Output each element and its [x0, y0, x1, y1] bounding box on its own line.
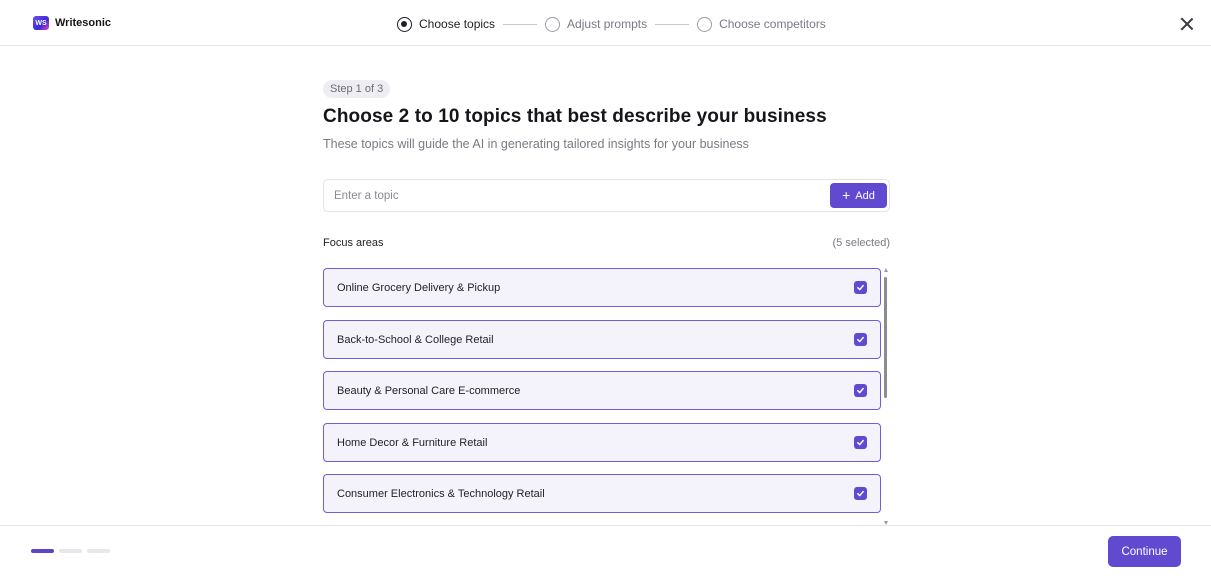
topic-input[interactable] — [324, 180, 824, 211]
scroll-up-arrow-icon[interactable] — [884, 268, 888, 272]
step-adjust-prompts: Adjust prompts — [545, 16, 648, 32]
progress-segment — [87, 549, 110, 553]
topic-item[interactable]: Home Decor & Furniture Retail — [323, 423, 881, 462]
focus-areas-list: Online Grocery Delivery & Pickup Back-to… — [323, 268, 890, 525]
topic-item-label: Online Grocery Delivery & Pickup — [337, 282, 501, 294]
footer: Continue — [0, 525, 1211, 584]
page-subtitle: These topics will guide the AI in genera… — [323, 137, 749, 151]
step-badge: Step 1 of 3 — [323, 80, 391, 98]
step-label: Choose competitors — [719, 17, 826, 31]
continue-button[interactable]: Continue — [1108, 536, 1181, 567]
stepper: Choose topics Adjust prompts Choose comp… — [397, 15, 826, 33]
checked-checkbox-icon[interactable] — [854, 436, 867, 449]
step-connector — [503, 23, 538, 25]
step-pending-icon — [545, 16, 561, 32]
add-topic-button[interactable]: + Add — [830, 183, 887, 208]
scrollbar[interactable] — [882, 268, 889, 525]
writesonic-logo-icon: WS — [33, 16, 49, 30]
topic-item-label: Beauty & Personal Care E-commerce — [337, 385, 521, 397]
checked-checkbox-icon[interactable] — [854, 384, 867, 397]
step-active-icon — [397, 16, 412, 32]
close-icon[interactable] — [1180, 17, 1194, 31]
topic-item-label: Home Decor & Furniture Retail — [337, 437, 488, 449]
topic-item[interactable]: Beauty & Personal Care E-commerce — [323, 371, 881, 410]
progress-segment — [59, 549, 82, 553]
topic-item-label: Back-to-School & College Retail — [337, 334, 494, 346]
progress-segment — [31, 549, 54, 553]
brand[interactable]: WS Writesonic — [33, 16, 111, 30]
brand-name: Writesonic — [55, 17, 112, 29]
scrollbar-thumb[interactable] — [884, 277, 887, 398]
top-bar: WS Writesonic Choose topics Adjust promp… — [0, 0, 1211, 46]
topic-item-label: Consumer Electronics & Technology Retail — [337, 488, 545, 500]
page-title: Choose 2 to 10 topics that best describe… — [323, 106, 827, 127]
step-choose-competitors: Choose competitors — [697, 16, 826, 32]
checked-checkbox-icon[interactable] — [854, 333, 867, 346]
topic-item[interactable]: Online Grocery Delivery & Pickup — [323, 268, 881, 307]
main-content: Step 1 of 3 Choose 2 to 10 topics that b… — [323, 79, 890, 249]
checked-checkbox-icon[interactable] — [854, 487, 867, 500]
step-label: Choose topics — [419, 17, 496, 31]
topic-item[interactable]: Back-to-School & College Retail — [323, 320, 881, 359]
add-button-label: Add — [855, 189, 875, 202]
step-progress-indicator — [31, 549, 110, 553]
focus-areas-title: Focus areas — [323, 237, 384, 249]
plus-icon: + — [842, 187, 851, 203]
checked-checkbox-icon[interactable] — [854, 281, 867, 294]
step-connector — [655, 23, 690, 25]
focus-areas-header: Focus areas (5 selected) — [323, 237, 890, 249]
topic-item[interactable]: Consumer Electronics & Technology Retail — [323, 474, 881, 513]
step-label: Adjust prompts — [567, 17, 648, 31]
topic-input-group: + Add — [323, 179, 890, 212]
step-pending-icon — [697, 16, 713, 32]
step-choose-topics: Choose topics — [397, 16, 496, 32]
selected-count: (5 selected) — [832, 237, 890, 249]
